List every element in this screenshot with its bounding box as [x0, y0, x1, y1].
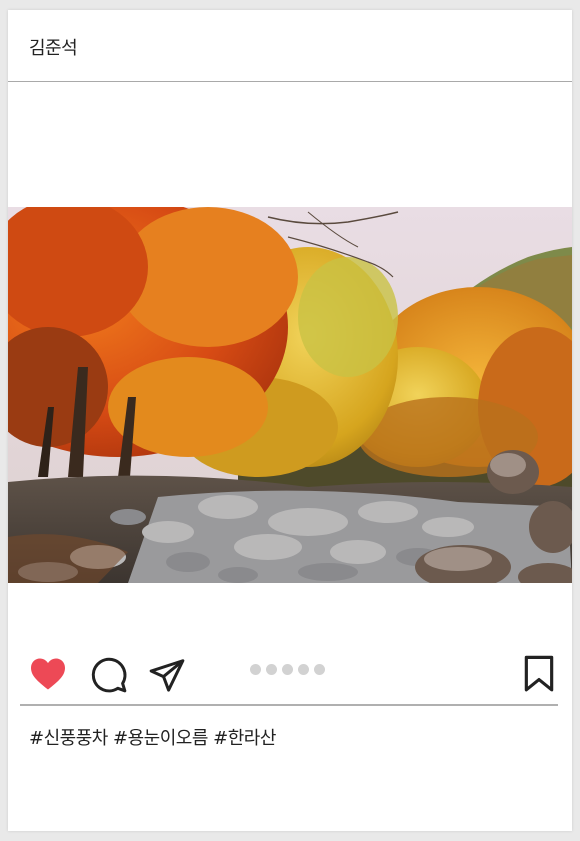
post-photo[interactable]: [8, 207, 572, 583]
carousel-dot: [314, 664, 325, 675]
carousel-dot: [250, 664, 261, 675]
heart-icon[interactable]: [29, 657, 67, 691]
divider: [20, 704, 558, 706]
carousel-dot: [282, 664, 293, 675]
post-caption: #신풍풍차 #용눈이오름 #한라산: [29, 728, 276, 749]
post-header: 김준석: [8, 10, 572, 82]
comment-icon[interactable]: [90, 656, 128, 694]
carousel-dot: [266, 664, 277, 675]
post-card: 김준석 #신풍풍차 #용눈이오름 #한라산: [8, 10, 572, 831]
send-icon[interactable]: [148, 656, 186, 694]
carousel-dot: [298, 664, 309, 675]
bookmark-icon[interactable]: [522, 655, 556, 693]
carousel-indicator: [250, 664, 325, 676]
action-bar: [8, 650, 572, 700]
username[interactable]: 김준석: [29, 34, 78, 60]
